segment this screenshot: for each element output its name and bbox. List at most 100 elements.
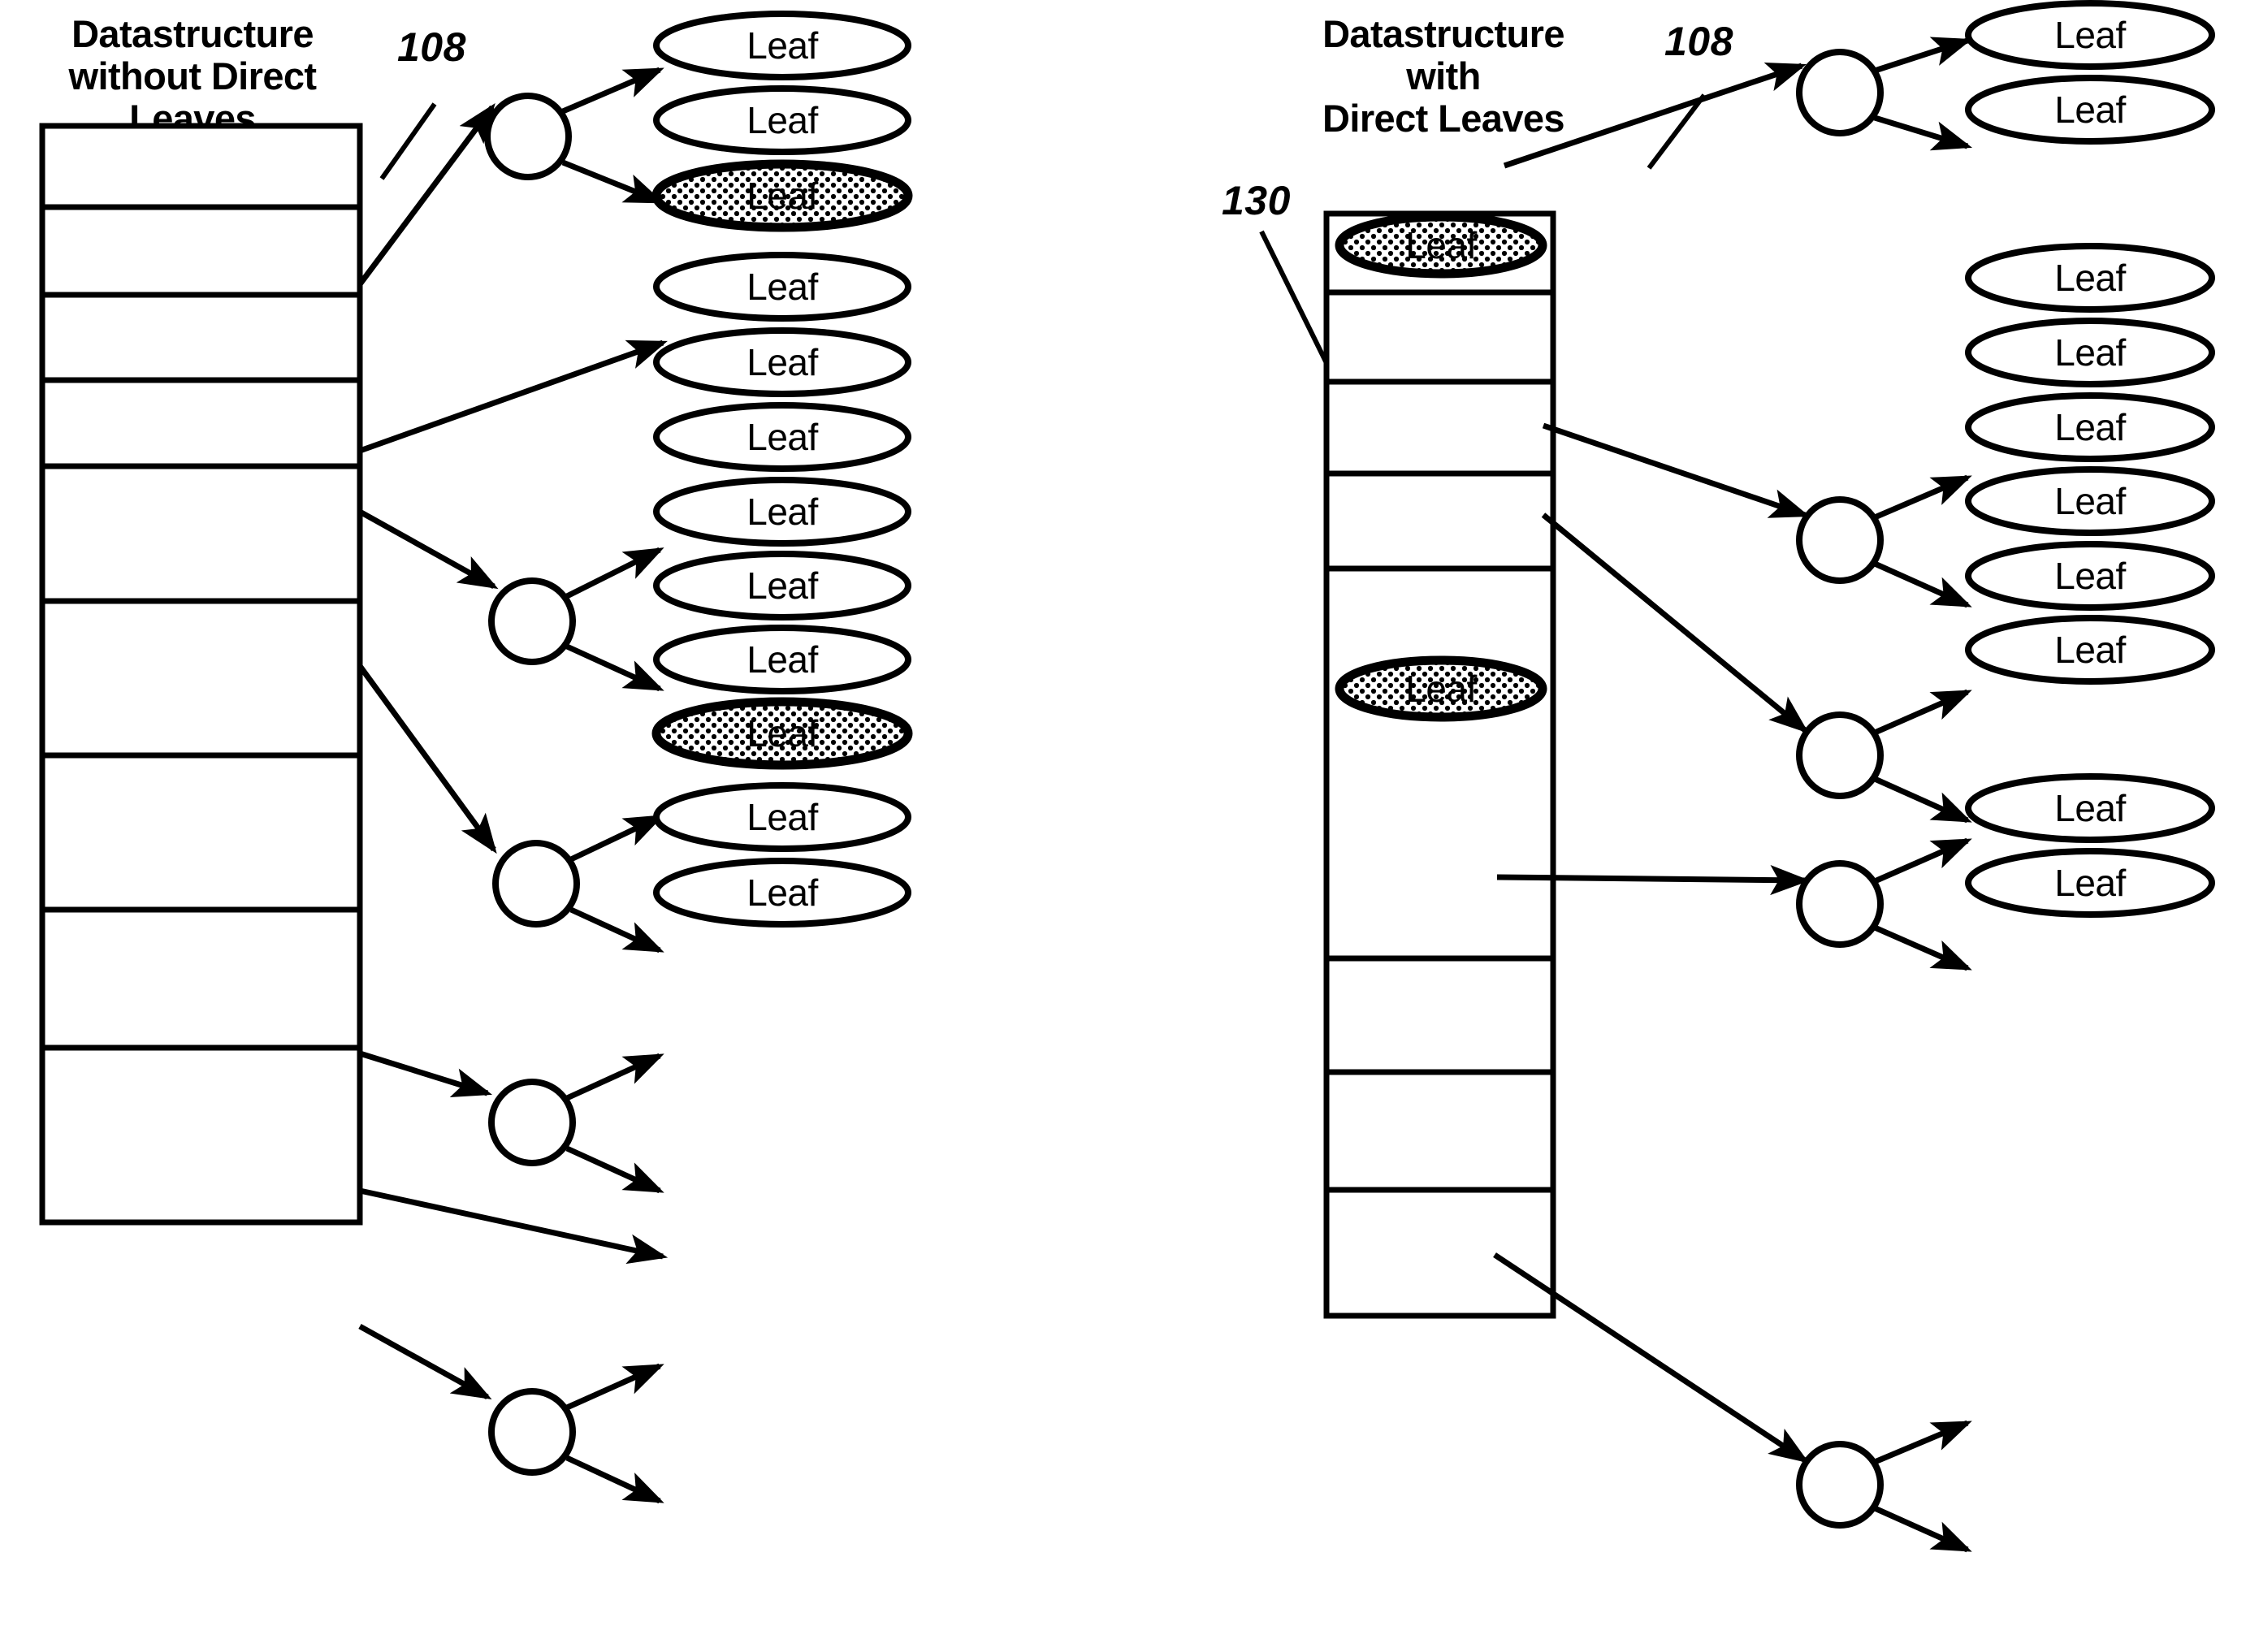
right-edge-node1-to-leaf2 xyxy=(1873,115,1973,151)
left-edge-node1-to-leaf1 xyxy=(561,67,664,115)
left-edge-node2-to-leaf4 xyxy=(565,547,664,599)
right-node-circle-4 xyxy=(1796,860,1884,948)
right-inline-leaf-2-shaded: Leaf xyxy=(1335,655,1547,722)
left-leaf-3-shaded: Leaf xyxy=(651,159,913,232)
right-leaf-3: Leaf xyxy=(1965,243,2215,313)
right-leaf-5-label: Leaf xyxy=(2054,406,2126,448)
right-reference-number-108: 108 xyxy=(1664,19,1733,64)
left-table-outline xyxy=(39,123,363,1226)
right-edge-node1-to-leaf1 xyxy=(1873,37,1972,74)
right-edge-row8-to-node5 xyxy=(1493,1252,1810,1464)
left-node-circle-5 xyxy=(488,1388,576,1476)
right-edge-node4-to-leaf8 xyxy=(1873,924,1972,971)
right-leaf-7-label: Leaf xyxy=(2054,555,2126,597)
left-leaf-11-label: Leaf xyxy=(747,796,818,838)
left-panel-title: Datastructure without Direct Leaves xyxy=(68,12,318,140)
left-reference-number-108: 108 xyxy=(397,24,466,70)
left-leaf-7-label: Leaf xyxy=(747,491,818,533)
left-leaf-12-label: Leaf xyxy=(747,871,818,914)
right-edge-node3-to-leaf5 xyxy=(1873,689,1972,736)
left-edge-node1-to-leaf2 xyxy=(561,159,664,205)
right-leaf-9: Leaf xyxy=(1965,773,2215,843)
left-leaf-1-label: Leaf xyxy=(747,24,818,67)
left-leaf-8-label: Leaf xyxy=(747,564,818,607)
left-title-line-1: Datastructure xyxy=(71,12,314,55)
left-leaf-9: Leaf xyxy=(653,625,911,694)
left-leaf-7: Leaf xyxy=(653,477,911,547)
left-edge-row8-to-leaf10 xyxy=(359,1187,669,1265)
right-leaf-7: Leaf xyxy=(1965,541,2215,611)
right-leaf-1: Leaf xyxy=(1965,0,2215,70)
right-datastructure-table xyxy=(1323,210,1556,1319)
left-leaf-2-label: Leaf xyxy=(747,99,818,141)
right-leaf-4: Leaf xyxy=(1965,318,2215,387)
left-node-circle-4 xyxy=(488,1079,576,1166)
right-leaf-8: Leaf xyxy=(1965,615,2215,685)
right-edge-node2-to-leaf3 xyxy=(1873,474,1972,521)
right-title-line-1: Datastructure xyxy=(1322,12,1564,55)
left-edge-node4-to-leaf9 xyxy=(565,1145,664,1194)
left-reference-leader-line xyxy=(379,102,437,180)
left-leaf-10-label: Leaf xyxy=(747,712,818,755)
left-edge-row9-to-node5 xyxy=(358,1323,492,1400)
left-leaf-4: Leaf xyxy=(653,252,911,322)
left-leaf-1: Leaf xyxy=(653,11,911,80)
right-node-circle-5 xyxy=(1796,1441,1884,1529)
right-inline-leaf-1-label: Leaf xyxy=(1405,224,1477,266)
right-node-circle-1 xyxy=(1796,49,1884,136)
right-title-line-2: with xyxy=(1405,54,1481,97)
left-edge-node5-to-leaf12 xyxy=(565,1455,664,1504)
right-reference-number-130: 130 xyxy=(1222,178,1291,223)
left-leaf-11: Leaf xyxy=(653,782,911,852)
right-panel-title: Datastructure with Direct Leaves xyxy=(1322,12,1564,140)
right-node-circle-2 xyxy=(1796,496,1884,584)
right-edge-node5-to-leaf10 xyxy=(1873,1505,1972,1553)
left-leaf-8: Leaf xyxy=(653,551,911,621)
right-leaf-4-label: Leaf xyxy=(2054,331,2126,374)
right-leaf-1-label: Leaf xyxy=(2054,14,2126,56)
left-leaf-10-shaded: Leaf xyxy=(651,697,913,770)
left-edge-row5-to-node3 xyxy=(357,664,497,854)
left-leaf-3-label: Leaf xyxy=(747,175,818,217)
left-leaf-2: Leaf xyxy=(653,85,911,155)
patent-figure: Datastructure without Direct Leaves 108 xyxy=(0,0,2246,1652)
left-edge-node3-to-leaf6 xyxy=(569,814,664,863)
right-leaf-8-label: Leaf xyxy=(2054,629,2126,671)
left-node-circle-3 xyxy=(492,840,580,928)
left-leaf-5-label: Leaf xyxy=(747,341,818,383)
left-leaf-6-label: Leaf xyxy=(747,416,818,458)
right-leaf-2-label: Leaf xyxy=(2054,89,2126,131)
right-leaf-2: Leaf xyxy=(1965,75,2215,145)
right-leaf-6: Leaf xyxy=(1965,466,2215,536)
left-panel: Datastructure without Direct Leaves 108 xyxy=(39,11,913,1504)
right-leaf-3-label: Leaf xyxy=(2054,257,2126,299)
right-leaf-6-label: Leaf xyxy=(2054,480,2126,522)
left-edge-node3-to-leaf7 xyxy=(569,906,664,954)
right-leaf-9-label: Leaf xyxy=(2054,787,2126,829)
right-panel: Datastructure with Direct Leaves 108 130… xyxy=(1222,0,2215,1553)
left-leaf-6: Leaf xyxy=(653,402,911,472)
right-edge-node4-to-leaf7 xyxy=(1873,837,1972,884)
left-edge-node4-to-leaf8 xyxy=(565,1053,664,1101)
left-title-line-2: without Direct xyxy=(68,54,318,97)
right-edge-node5-to-leaf9 xyxy=(1873,1420,1972,1465)
left-leaf-4-label: Leaf xyxy=(747,266,818,308)
left-leaf-9-label: Leaf xyxy=(747,638,818,681)
right-leaf-10: Leaf xyxy=(1965,848,2215,918)
left-datastructure-table xyxy=(39,123,363,1226)
right-edge-node2-to-leaf4 xyxy=(1873,560,1972,608)
right-leaf-5: Leaf xyxy=(1965,392,2215,462)
left-edge-row4-to-node2 xyxy=(358,508,499,590)
left-node-circle-1 xyxy=(484,93,572,180)
right-node-circle-3 xyxy=(1796,711,1884,799)
figure-canvas: Datastructure without Direct Leaves 108 xyxy=(39,0,2215,1553)
left-leaf-12: Leaf xyxy=(653,858,911,928)
right-inline-leaf-1-shaded: Leaf xyxy=(1335,212,1547,279)
left-edge-node5-to-leaf11 xyxy=(565,1363,664,1411)
right-direct-leaf-leader-line xyxy=(1259,230,1329,365)
right-inline-leaf-2-label: Leaf xyxy=(1405,668,1477,710)
right-edge-row3-to-node2 xyxy=(1542,422,1810,518)
left-node-circle-2 xyxy=(488,577,576,665)
right-leaf-10-label: Leaf xyxy=(2054,862,2126,904)
left-leaf-5: Leaf xyxy=(653,327,911,397)
